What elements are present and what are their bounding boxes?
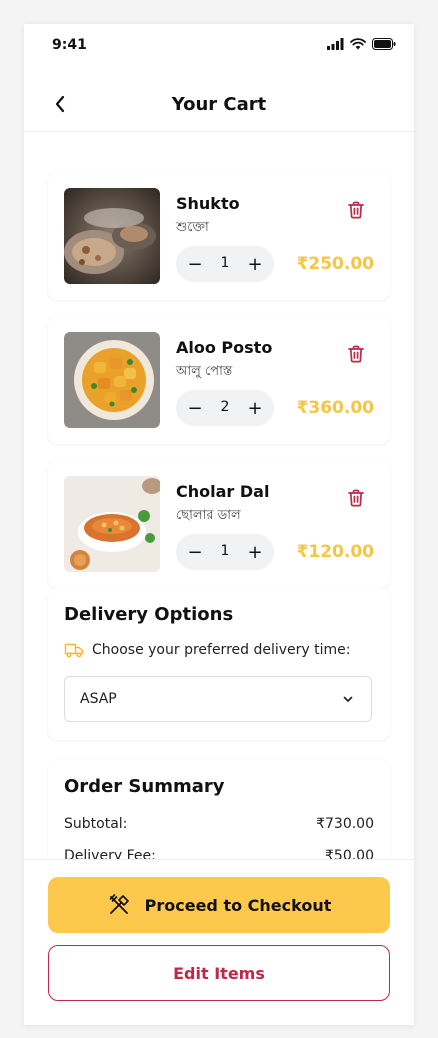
delete-item-button[interactable]	[346, 344, 366, 364]
quantity-stepper: − 1 +	[176, 534, 274, 570]
summary-value: ₹50.00	[325, 848, 374, 859]
signal-icon	[327, 38, 344, 50]
truck-icon	[64, 643, 84, 658]
wifi-icon	[350, 38, 366, 50]
page-title: Your Cart	[171, 94, 267, 115]
summary-label: Delivery Fee:	[64, 848, 156, 859]
quantity-stepper: − 2 +	[176, 390, 274, 426]
cart-item: Shukto শুক্তো − 1 + ₹250.00	[48, 172, 390, 300]
item-local-name: ছোলার ডাল	[176, 508, 241, 523]
order-summary-card: Order Summary Subtotal: ₹730.00 Delivery…	[48, 760, 390, 859]
summary-value: ₹730.00	[316, 816, 374, 832]
increase-quantity-button[interactable]: +	[238, 534, 272, 570]
summary-row-subtotal: Subtotal: ₹730.00	[64, 816, 374, 832]
summary-title: Order Summary	[64, 776, 225, 797]
delivery-options-card: Delivery Options Choose your preferred d…	[48, 588, 390, 740]
app-header: Your Cart	[24, 68, 414, 132]
item-image-shukto	[64, 188, 160, 284]
delete-item-button[interactable]	[346, 488, 366, 508]
phone-screen: 9:41 Your Cart Shukto শুক্তো − 1 + ₹250.…	[24, 24, 414, 1025]
battery-icon	[372, 38, 396, 50]
checkout-label: Proceed to Checkout	[144, 895, 332, 915]
trash-icon	[348, 345, 364, 363]
item-price: ₹120.00	[296, 542, 374, 562]
item-local-name: আলু পোস্ত	[176, 364, 233, 379]
item-name: Aloo Posto	[176, 338, 273, 357]
status-bar: 9:41	[24, 24, 414, 68]
bottom-action-bar: Proceed to Checkout Edit Items	[24, 859, 414, 1025]
item-name: Shukto	[176, 194, 240, 213]
delivery-hint-text: Choose your preferred delivery time:	[92, 642, 351, 658]
delivery-title: Delivery Options	[64, 604, 234, 625]
status-icons	[327, 38, 396, 50]
summary-row-delivery-fee: Delivery Fee: ₹50.00	[64, 848, 374, 859]
edit-items-button[interactable]: Edit Items	[48, 945, 390, 1001]
status-time: 9:41	[52, 37, 87, 53]
cart-item: Cholar Dal ছোলার ডাল − 1 + ₹120.00	[48, 460, 390, 588]
item-image-aloo-posto	[64, 332, 160, 428]
chevron-down-icon	[343, 696, 353, 702]
delete-item-button[interactable]	[346, 200, 366, 220]
delivery-hint: Choose your preferred delivery time:	[64, 642, 350, 658]
utensils-crossed-icon	[109, 894, 129, 914]
trash-icon	[348, 201, 364, 219]
item-price: ₹250.00	[296, 254, 374, 274]
increase-quantity-button[interactable]: +	[238, 246, 272, 282]
delivery-time-select[interactable]: ASAP	[64, 676, 372, 722]
quantity-stepper: − 1 +	[176, 246, 274, 282]
increase-quantity-button[interactable]: +	[238, 390, 272, 426]
item-image-cholar-dal	[64, 476, 160, 572]
item-local-name: শুক্তো	[176, 220, 209, 235]
cart-item: Aloo Posto আলু পোস্ত − 2 + ₹360.00	[48, 316, 390, 444]
cart-content[interactable]: Shukto শুক্তো − 1 + ₹250.00 Aloo Posto আ…	[24, 132, 414, 859]
trash-icon	[348, 489, 364, 507]
item-name: Cholar Dal	[176, 482, 270, 501]
proceed-to-checkout-button[interactable]: Proceed to Checkout	[48, 877, 390, 933]
item-price: ₹360.00	[296, 398, 374, 418]
delivery-time-value: ASAP	[80, 691, 117, 707]
summary-label: Subtotal:	[64, 816, 128, 832]
